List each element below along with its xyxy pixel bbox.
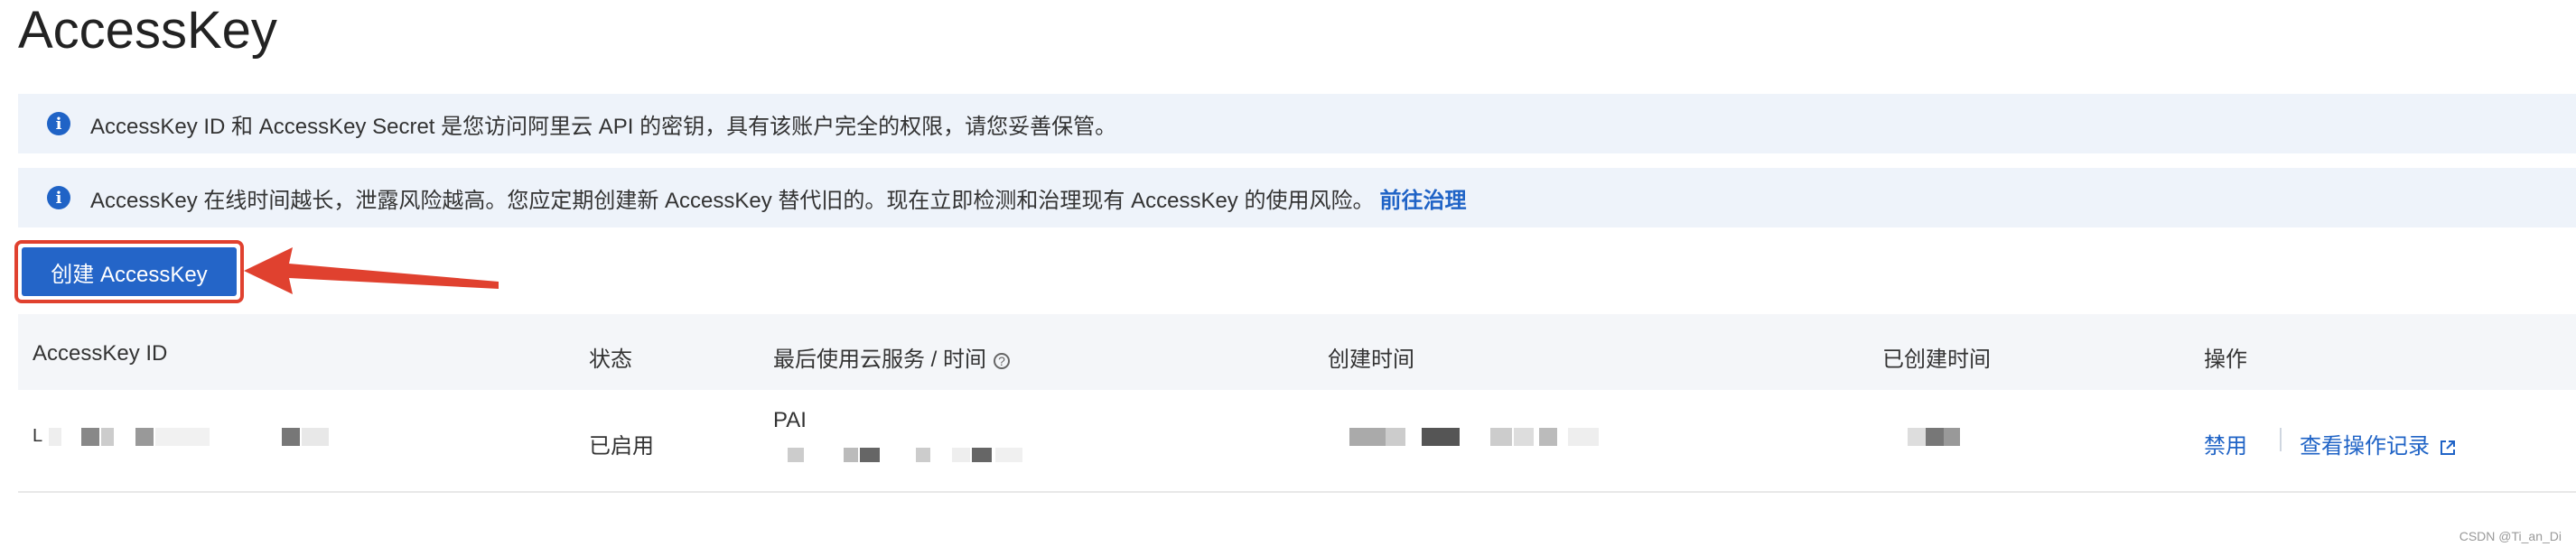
table-row: L 已启用 PAI 禁用 查看操作记录 <box>18 390 2576 493</box>
create-accesskey-button[interactable]: 创建 AccessKey <box>22 247 237 296</box>
watermark: CSDN @Ti_an_Di <box>2459 529 2562 543</box>
help-icon[interactable]: ? <box>994 352 1011 369</box>
notice-text: AccessKey 在线时间越长，泄露风险越高。您应定期创建新 AccessKe… <box>90 182 1466 214</box>
last-used-service: PAI <box>773 408 807 432</box>
col-last-used-label: 最后使用云服务 / 时间 <box>773 348 987 372</box>
annotation-arrow-icon <box>244 247 499 294</box>
info-icon: i <box>47 112 70 135</box>
page-title: AccessKey <box>18 1 277 60</box>
view-log-label: 查看操作记录 <box>2300 434 2430 459</box>
govern-link[interactable]: 前往治理 <box>1379 189 1466 213</box>
col-actions: 操作 <box>2204 348 2247 372</box>
view-log-link[interactable]: 查看操作记录 <box>2282 428 2457 459</box>
notice-risk: i AccessKey 在线时间越长，泄露风险越高。您应定期创建新 Access… <box>18 168 2576 227</box>
info-icon: i <box>47 186 70 209</box>
status-text: 已启用 <box>589 434 654 459</box>
col-last-used: 最后使用云服务 / 时间? <box>773 341 1011 373</box>
col-accesskey-id: AccessKey ID <box>33 341 168 366</box>
col-created-since: 已创建时间 <box>1882 348 1991 372</box>
notice-security: i AccessKey ID 和 AccessKey Secret 是您访问阿里… <box>18 94 2576 153</box>
external-link-icon <box>2441 440 2455 455</box>
notice-risk-text: AccessKey 在线时间越长，泄露风险越高。您应定期创建新 AccessKe… <box>90 188 1375 213</box>
accesskey-id-prefix: L <box>33 426 43 446</box>
col-status: 状态 <box>589 348 632 372</box>
disable-link[interactable]: 禁用 <box>2204 428 2247 459</box>
col-created-time: 创建时间 <box>1328 348 1414 372</box>
table-header: AccessKey ID 状态 最后使用云服务 / 时间? 创建时间 已创建时间… <box>18 314 2576 390</box>
notice-text: AccessKey ID 和 AccessKey Secret 是您访问阿里云 … <box>90 114 1117 139</box>
